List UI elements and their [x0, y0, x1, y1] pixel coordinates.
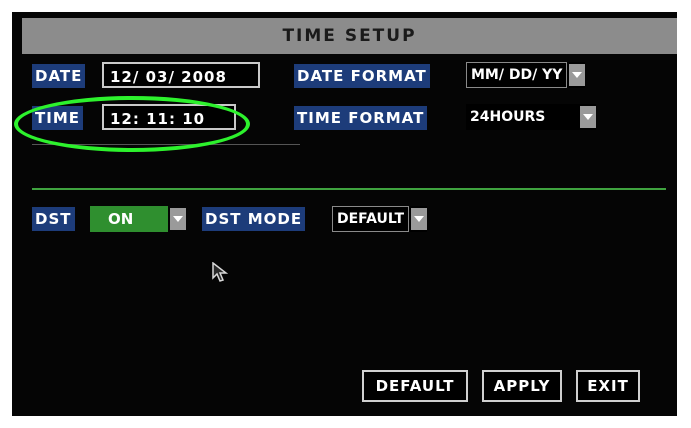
dst-label: DST [32, 207, 75, 231]
dst-value: ON [90, 206, 168, 232]
date-format-value: MM/ DD/ YY [466, 62, 568, 88]
mouse-pointer-icon [212, 261, 229, 286]
dst-mode-value: DEFAULT [332, 206, 410, 232]
time-field[interactable]: 12: 11: 10 [102, 104, 236, 130]
exit-button[interactable]: EXIT [576, 370, 640, 402]
apply-button[interactable]: APPLY [482, 370, 562, 402]
time-label: TIME [32, 106, 83, 130]
time-setup-screen: TIME SETUP DATE 12/ 03/ 2008 DATE FORMAT… [12, 12, 677, 416]
chevron-down-icon[interactable] [580, 106, 596, 128]
default-button[interactable]: DEFAULT [362, 370, 468, 402]
date-format-label: DATE FORMAT [294, 64, 430, 88]
chevron-down-icon[interactable] [411, 208, 428, 230]
date-field[interactable]: 12/ 03/ 2008 [102, 62, 260, 88]
dst-mode-label: DST MODE [202, 207, 306, 231]
separator-line [32, 144, 300, 145]
date-format-select[interactable]: MM/ DD/ YY [466, 62, 586, 88]
section-divider [32, 188, 666, 190]
page-title-text: TIME SETUP [282, 26, 417, 46]
time-format-select[interactable]: 24HOURS [466, 104, 596, 130]
chevron-down-icon[interactable] [569, 64, 586, 86]
dst-select[interactable]: ON [90, 206, 186, 232]
time-format-value: 24HOURS [470, 109, 546, 125]
time-format-label: TIME FORMAT [294, 106, 428, 130]
page-title: TIME SETUP [22, 18, 677, 54]
dst-mode-select[interactable]: DEFAULT [332, 206, 428, 232]
chevron-down-icon[interactable] [170, 208, 186, 230]
date-label: DATE [32, 64, 86, 88]
